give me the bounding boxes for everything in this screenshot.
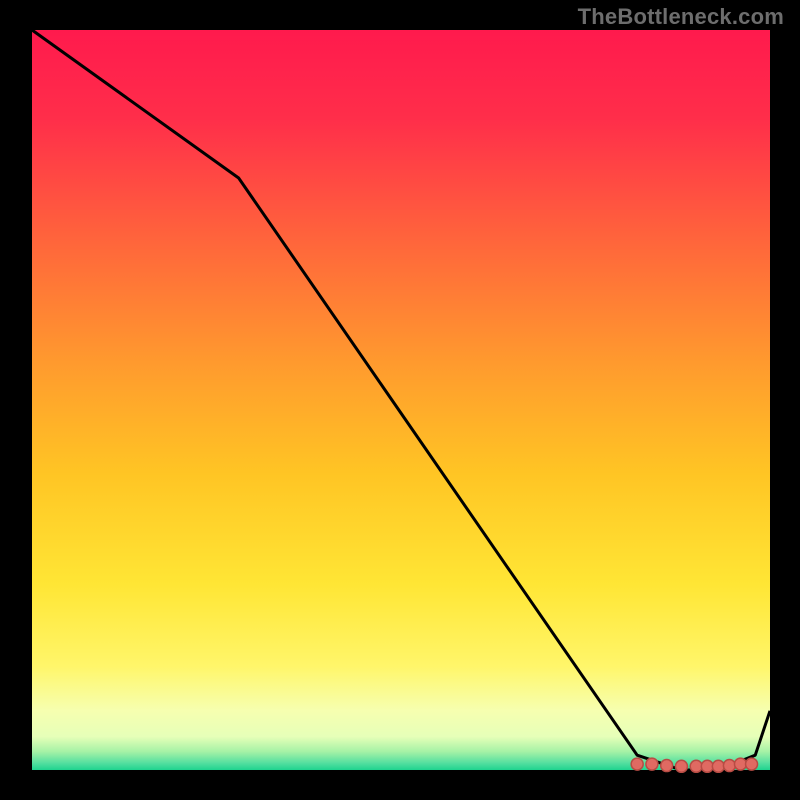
plot-svg (0, 0, 800, 800)
chart-marker (646, 758, 658, 770)
chart-marker (675, 760, 687, 772)
chart-marker (746, 758, 758, 770)
chart-root: TheBottleneck.com (0, 0, 800, 800)
chart-marker (723, 760, 735, 772)
chart-marker (701, 760, 713, 772)
chart-marker (661, 760, 673, 772)
chart-marker (690, 760, 702, 772)
plot-area (0, 0, 800, 800)
chart-markers (631, 758, 757, 772)
chart-marker (734, 758, 746, 770)
gradient-background (32, 30, 770, 770)
chart-marker (712, 760, 724, 772)
chart-marker (631, 758, 643, 770)
